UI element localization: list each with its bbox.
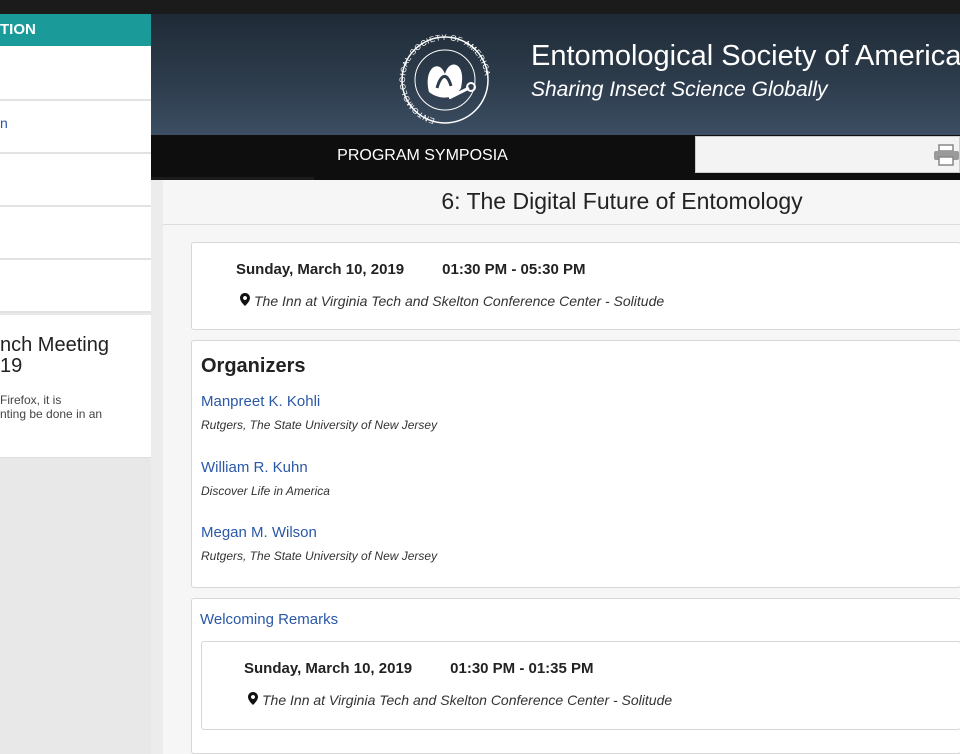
organizer-affiliation: Rutgers, The State University of New Jer… bbox=[201, 418, 438, 432]
sidebar-item-label[interactable]: n bbox=[0, 115, 8, 131]
sidebar-item-1[interactable] bbox=[0, 46, 151, 101]
presentation-date: Sunday, March 10, 2019 bbox=[244, 660, 413, 677]
printer-icon[interactable] bbox=[933, 144, 959, 166]
organizer-item: Megan M. Wilson Rutgers, The State Unive… bbox=[201, 524, 437, 563]
sidebar-item-3[interactable] bbox=[0, 154, 151, 207]
session-datetime: Sunday, March 10, 2019 01:30 PM - 05:30 P… bbox=[236, 261, 586, 278]
print-toolbar bbox=[695, 136, 960, 173]
browser-note-line2: nting be done in an bbox=[0, 407, 103, 421]
presentation-time: 01:30 PM - 01:35 PM bbox=[450, 660, 594, 677]
session-date: Sunday, March 10, 2019 bbox=[236, 261, 405, 278]
presentation-location: The Inn at Virginia Tech and Skelton Con… bbox=[248, 692, 672, 708]
session-details-card: Sunday, March 10, 2019 01:30 PM - 05:30 P… bbox=[191, 242, 960, 330]
presentation-title-link[interactable]: Welcoming Remarks bbox=[200, 611, 338, 628]
meeting-title-line1: nch Meeting bbox=[0, 334, 109, 356]
session-location: The Inn at Virginia Tech and Skelton Con… bbox=[240, 293, 664, 309]
organizer-item: Manpreet K. Kohli Rutgers, The State Uni… bbox=[201, 393, 437, 432]
browser-top-bar bbox=[0, 0, 960, 14]
organizers-heading: Organizers bbox=[201, 355, 306, 377]
esa-logo-icon[interactable]: ENTOMOLOGICAL SOCIETY OF AMERICA bbox=[389, 28, 501, 128]
navigation-bar: PROGRAM SYMPOSIA bbox=[151, 135, 960, 180]
meeting-title-line2: 19 bbox=[0, 355, 23, 377]
session-time: 01:30 PM - 05:30 PM bbox=[442, 261, 586, 278]
organizers-card: Organizers Manpreet K. Kohli Rutgers, Th… bbox=[191, 340, 960, 588]
title-divider bbox=[163, 224, 960, 225]
session-location-text: The Inn at Virginia Tech and Skelton Con… bbox=[254, 293, 665, 309]
site-header-banner: ENTOMOLOGICAL SOCIETY OF AMERICA Entomol… bbox=[151, 14, 960, 135]
meeting-info-card: nch Meeting 19 Firefox, it is nting be d… bbox=[0, 315, 151, 458]
organizer-affiliation: Discover Life in America bbox=[201, 484, 330, 498]
organizer-name-link[interactable]: William R. Kuhn bbox=[201, 459, 330, 476]
organization-tagline: Sharing Insect Science Globally bbox=[531, 78, 828, 101]
sidebar: TION n nch Meeting 19 Firefox, it is nti… bbox=[0, 14, 151, 754]
sidebar-item-5[interactable] bbox=[0, 260, 151, 313]
organizer-name-link[interactable]: Manpreet K. Kohli bbox=[201, 393, 437, 410]
organization-name: Entomological Society of America bbox=[531, 40, 960, 72]
map-pin-icon bbox=[240, 293, 250, 309]
presentation-datetime: Sunday, March 10, 2019 01:30 PM - 01:35 P… bbox=[244, 660, 594, 677]
sidebar-item-4[interactable] bbox=[0, 207, 151, 260]
organizer-affiliation: Rutgers, The State University of New Jer… bbox=[201, 549, 438, 563]
page-title: 6: The Digital Future of Entomology bbox=[441, 188, 803, 214]
sidebar-header: TION bbox=[0, 14, 151, 46]
tab-program-symposia[interactable]: PROGRAM SYMPOSIA bbox=[151, 135, 694, 180]
browser-note-line1: Firefox, it is bbox=[0, 393, 62, 407]
tab-label: PROGRAM SYMPOSIA bbox=[337, 147, 508, 164]
map-pin-icon bbox=[248, 692, 258, 708]
presentation-card: Welcoming Remarks Sunday, March 10, 2019… bbox=[191, 598, 960, 754]
sidebar-item-2[interactable]: n bbox=[0, 101, 151, 154]
organizer-name-link[interactable]: Megan M. Wilson bbox=[201, 524, 437, 541]
organizer-item: William R. Kuhn Discover Life in America bbox=[201, 459, 330, 498]
presentation-details: Sunday, March 10, 2019 01:30 PM - 01:35 P… bbox=[201, 641, 960, 730]
presentation-location-text: The Inn at Virginia Tech and Skelton Con… bbox=[262, 692, 673, 708]
main-content: 6: The Digital Future of Entomology Sund… bbox=[151, 180, 960, 754]
